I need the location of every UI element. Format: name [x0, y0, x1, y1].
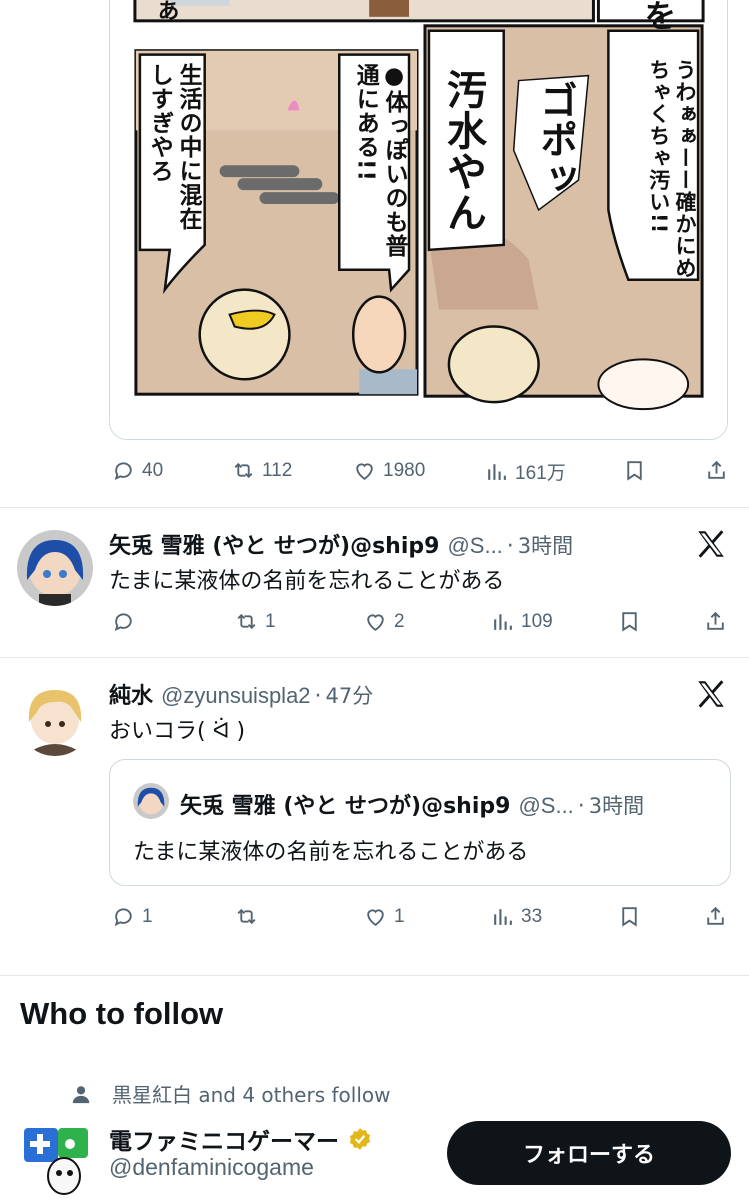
views-button[interactable]: 161万 — [484, 458, 566, 485]
quote-timestamp: 3時間 — [588, 794, 645, 818]
tweet-header: 純水 @zyunsuispla2 · 47分 — [109, 678, 373, 710]
divider — [0, 507, 749, 508]
tweet-text: たまに某液体の名前を忘れることがある — [109, 569, 505, 594]
comic-speech-left: ●体っぽいのも普通にある!! — [352, 63, 407, 258]
share-icon — [708, 460, 725, 479]
share-button[interactable] — [703, 904, 728, 929]
x-logo-icon — [698, 680, 724, 708]
divider — [0, 975, 749, 976]
like-icon — [367, 614, 384, 631]
share-button[interactable] — [703, 609, 728, 634]
like-count: 1 — [394, 905, 405, 927]
reply-icon — [114, 462, 132, 481]
repost-button[interactable]: 1 — [234, 609, 276, 634]
bookmark-button[interactable] — [622, 458, 647, 483]
separator-dot: · — [577, 794, 585, 819]
follow-suggestion-handle[interactable]: @denfaminicogame — [109, 1154, 314, 1181]
quote-avatar — [133, 783, 169, 819]
views-count: 109 — [521, 610, 553, 632]
bookmark-icon — [622, 907, 637, 927]
follow-suggestion-name[interactable]: 電ファミニコゲーマー — [109, 1122, 373, 1156]
repost-icon — [234, 462, 253, 479]
divider — [0, 657, 749, 658]
comic-fragment-top-left: あ — [153, 0, 179, 22]
bookmark-button[interactable] — [617, 609, 642, 634]
like-button[interactable]: 1980 — [352, 458, 425, 483]
quoted-tweet[interactable]: 矢兎 雪雅 (やと せつが)@ship9 @S... · 3時間 たまに某液体の… — [109, 759, 731, 886]
like-count: 2 — [394, 610, 405, 632]
quote-user-handle: @S... — [518, 793, 574, 818]
views-icon — [488, 464, 506, 480]
tweet-actions: 1 2 109 — [0, 609, 749, 639]
reply-count: 40 — [142, 459, 164, 481]
reply-button[interactable] — [111, 609, 142, 634]
comic-speech-right: うわぁぁーー確かにめちゃくちゃ汚い!! — [646, 59, 697, 279]
like-count: 1980 — [383, 459, 426, 481]
user-handle[interactable]: @zyunsuispla2 — [161, 683, 311, 709]
like-icon — [367, 909, 384, 926]
timestamp[interactable]: 3時間 — [518, 530, 573, 560]
social-context-text: 黒星紅白 and 4 others follow — [112, 1083, 391, 1107]
tweet-header: 矢兎 雪雅 (やと せつが)@ship9 @S... · 3時間 — [109, 528, 573, 560]
separator-dot: · — [506, 534, 514, 559]
views-button[interactable]: 33 — [490, 904, 542, 929]
avatar[interactable] — [17, 680, 93, 756]
views-icon — [494, 909, 512, 925]
tweet-actions: 40 112 1980 161万 — [0, 458, 749, 488]
user-handle[interactable]: @S... — [447, 533, 502, 559]
bookmark-icon — [622, 612, 637, 632]
reply-icon — [114, 613, 132, 632]
reply-icon — [114, 908, 132, 927]
tweet-actions: 1 1 33 — [0, 904, 749, 934]
comic-caption-left: 生活の中に混在しすぎやろ — [146, 63, 201, 231]
quote-display-name: 矢兎 雪雅 (やと せつが)@ship9 — [180, 794, 511, 819]
avatar[interactable] — [17, 530, 93, 606]
bookmark-button[interactable] — [617, 904, 642, 929]
reply-count: 1 — [142, 905, 153, 927]
social-context: 黒星紅白 and 4 others follow — [70, 1079, 390, 1108]
follow-suggestion-avatar[interactable] — [20, 1124, 92, 1196]
display-name[interactable]: 純水 — [109, 678, 153, 710]
repost-button[interactable]: 112 — [231, 458, 292, 483]
views-count: 161万 — [515, 463, 566, 484]
views-button[interactable]: 109 — [490, 609, 553, 634]
views-icon — [494, 614, 512, 630]
display-name[interactable]: 矢兎 雪雅 (やと せつが)@ship9 — [109, 528, 439, 560]
like-button[interactable]: 1 — [363, 904, 405, 929]
timestamp[interactable]: 47分 — [326, 680, 374, 710]
tweet-media-card[interactable]: を あ うわぁぁーー確かにめちゃくちゃ汚い!! ゴポッ 汚水やん ●体っぽいのも… — [109, 0, 728, 440]
who-to-follow-heading: Who to follow — [20, 996, 224, 1031]
separator-dot: · — [314, 684, 322, 709]
verified-badge-icon — [349, 1128, 371, 1150]
share-button[interactable] — [704, 458, 729, 483]
repost-icon — [237, 613, 256, 630]
comic-shout: 汚水やん — [440, 69, 486, 233]
follow-suggestion-name-text: 電ファミニコゲーマー — [109, 1129, 339, 1155]
tweet-text: おいコラ( ᐛ ) — [109, 719, 246, 744]
share-icon — [707, 906, 724, 925]
comic-fragment-top-right: を — [639, 0, 677, 32]
repost-icon — [237, 908, 256, 925]
x-logo-icon — [698, 530, 724, 558]
quote-text: たまに某液体の名前を忘れることがある — [133, 840, 529, 865]
comic-sfx: ゴポッ — [533, 81, 579, 198]
views-count: 33 — [521, 905, 543, 927]
bookmark-icon — [627, 461, 642, 481]
repost-count: 1 — [265, 610, 276, 632]
like-button[interactable]: 2 — [363, 609, 405, 634]
follow-button[interactable]: フォローする — [447, 1121, 731, 1185]
repost-count: 112 — [262, 459, 293, 481]
like-icon — [356, 463, 373, 480]
reply-button[interactable]: 40 — [111, 458, 163, 483]
person-icon — [72, 1085, 90, 1103]
repost-button[interactable] — [234, 904, 265, 929]
quote-header: 矢兎 雪雅 (やと せつが)@ship9 @S... · 3時間 — [180, 788, 644, 820]
share-icon — [707, 611, 724, 630]
reply-button[interactable]: 1 — [111, 904, 153, 929]
